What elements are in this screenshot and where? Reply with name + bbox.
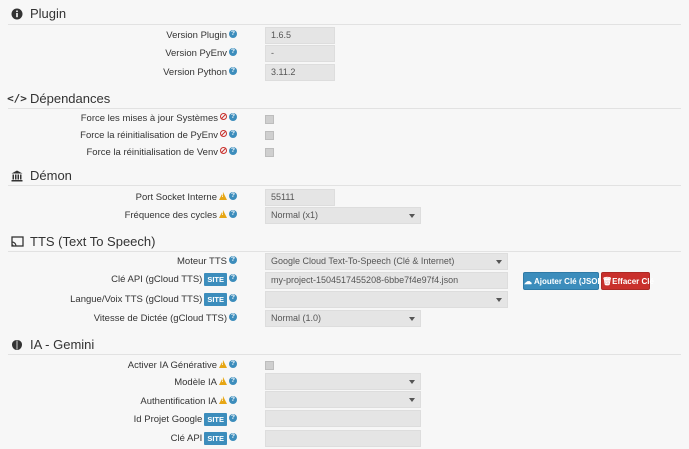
delete-key-button[interactable]: 🗑Effacer Clé — [601, 272, 654, 290]
help-icon[interactable]: ? — [229, 129, 237, 138]
chevron-down-icon — [496, 298, 502, 302]
chevron-down-icon — [496, 260, 502, 264]
version-python-label: Version Python? — [163, 66, 237, 78]
force-maj-label: Force les mises à jour Systèmes? — [81, 112, 237, 124]
divider — [8, 251, 681, 252]
port-field[interactable]: 55111 — [265, 189, 335, 206]
help-icon[interactable]: ? — [229, 273, 237, 282]
help-icon[interactable]: ? — [229, 47, 237, 56]
no-entry-icon — [220, 130, 227, 137]
section-label: Plugin — [30, 6, 67, 21]
vitesse-select[interactable]: Normal (1.0) — [265, 310, 421, 327]
cloud-upload-icon: ☁ — [524, 277, 532, 286]
trash-icon: 🗑 — [602, 277, 613, 286]
brain-icon — [10, 338, 24, 352]
section-title-ia: IA - Gemini — [10, 337, 94, 352]
auth-select[interactable] — [265, 391, 421, 408]
help-icon[interactable]: ? — [229, 413, 237, 422]
auth-label: Authentification IA? — [140, 395, 237, 407]
help-icon[interactable]: ? — [229, 376, 237, 385]
divider — [8, 185, 681, 186]
help-icon[interactable]: ? — [229, 209, 237, 218]
chevron-down-icon — [409, 398, 415, 402]
force-venv-checkbox[interactable] — [265, 148, 274, 157]
langue-select[interactable] — [265, 291, 508, 308]
help-icon[interactable]: ? — [229, 255, 237, 264]
warning-icon — [219, 359, 227, 368]
site-badge: SITE — [204, 273, 227, 286]
force-pyenv-label: Force la réinitialisation de PyEnv? — [80, 129, 237, 141]
version-python-field: 3.11.2 — [265, 64, 335, 81]
warning-icon — [219, 395, 227, 404]
add-key-button[interactable]: ☁ Ajouter Clé (JSON) — [523, 272, 606, 290]
moteur-select[interactable]: Google Cloud Text-To-Speech (Clé & Inter… — [265, 253, 508, 270]
divider — [8, 24, 681, 25]
warning-icon — [219, 376, 227, 385]
section-title-dependances: </> Dépendances — [7, 91, 111, 106]
help-icon[interactable]: ? — [229, 146, 237, 155]
section-label: Dépendances — [30, 91, 111, 106]
force-pyenv-checkbox[interactable] — [265, 131, 274, 140]
activer-ia-label: Activer IA Générative? — [128, 359, 237, 371]
cle-api-label: Clé API (gCloud TTS) SITE? — [111, 273, 237, 286]
help-icon[interactable]: ? — [229, 359, 237, 368]
force-venv-label: Force la réinitialisation de Venv? — [87, 146, 237, 158]
help-icon[interactable]: ? — [229, 191, 237, 200]
langue-label: Langue/Voix TTS (gCloud TTS) SITE? — [70, 293, 237, 306]
site-badge: SITE — [204, 432, 227, 445]
info-icon — [10, 7, 24, 21]
cast-icon — [10, 235, 24, 249]
cle-ia-field[interactable] — [265, 430, 421, 447]
warning-icon — [219, 209, 227, 218]
version-pyenv-label: Version PyEnv? — [165, 47, 237, 59]
help-icon[interactable]: ? — [229, 112, 237, 121]
projet-field[interactable] — [265, 410, 421, 427]
vitesse-label: Vitesse de Dictée (gCloud TTS)? — [94, 312, 237, 324]
no-entry-icon — [220, 147, 227, 154]
cle-api-field[interactable]: my-project-1504517455208-6bbe7f4e97f4.js… — [265, 272, 508, 289]
section-label: TTS (Text To Speech) — [30, 234, 156, 249]
moteur-label: Moteur TTS? — [177, 255, 237, 267]
divider — [8, 354, 681, 355]
no-entry-icon — [220, 113, 227, 120]
bank-icon — [10, 169, 24, 183]
section-label: IA - Gemini — [30, 337, 95, 352]
divider — [8, 108, 681, 109]
freq-label: Fréquence des cycles? — [125, 209, 237, 221]
modele-label: Modèle IA? — [174, 376, 237, 388]
help-icon[interactable]: ? — [229, 293, 237, 302]
cle-ia-label: Clé API SITE? — [171, 432, 237, 445]
section-title-tts: TTS (Text To Speech) — [10, 234, 155, 249]
help-icon[interactable]: ? — [229, 312, 237, 321]
section-label: Démon — [30, 168, 72, 183]
site-badge: SITE — [204, 413, 227, 426]
chevron-down-icon — [409, 214, 415, 218]
version-plugin-label: Version Plugin? — [166, 29, 237, 41]
modele-select[interactable] — [265, 373, 421, 390]
code-icon: </> — [7, 92, 27, 105]
projet-label: Id Projet Google SITE? — [134, 413, 237, 426]
help-icon[interactable]: ? — [229, 66, 237, 75]
help-icon[interactable]: ? — [229, 432, 237, 441]
help-icon[interactable]: ? — [229, 29, 237, 38]
version-plugin-field: 1.6.5 — [265, 27, 335, 44]
activer-ia-checkbox[interactable] — [265, 361, 274, 370]
chevron-down-icon — [409, 380, 415, 384]
force-maj-checkbox[interactable] — [265, 115, 274, 124]
warning-icon — [219, 191, 227, 200]
section-title-demon: Démon — [10, 168, 72, 183]
section-title-plugin: Plugin — [10, 6, 66, 21]
help-icon[interactable]: ? — [229, 395, 237, 404]
site-badge: SITE — [204, 293, 227, 306]
port-label: Port Socket Interne? — [136, 191, 237, 203]
chevron-down-icon — [409, 317, 415, 321]
freq-select[interactable]: Normal (x1) — [265, 207, 421, 224]
version-pyenv-field: - — [265, 45, 335, 62]
